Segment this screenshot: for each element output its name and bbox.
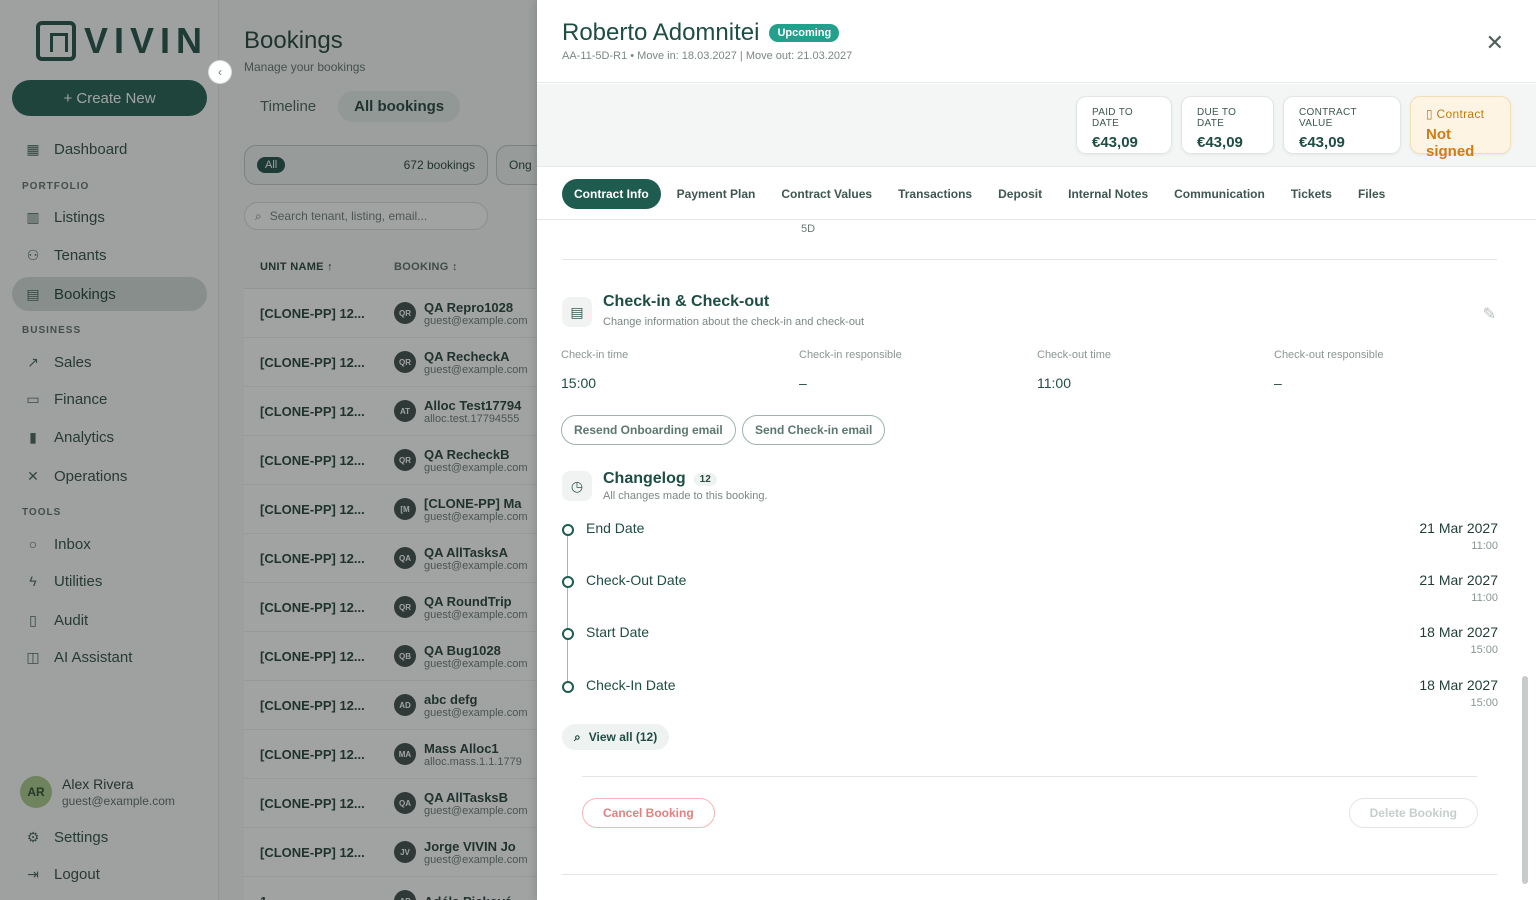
kpi-label: DUE TO DATE: [1197, 107, 1237, 129]
tab-contract-info[interactable]: Contract Info: [562, 178, 661, 209]
drawer-title: Roberto Adomnitei Upcoming: [562, 19, 840, 47]
cancel-booking-button[interactable]: Cancel Booking: [582, 798, 715, 828]
changelog-title-text: Changelog: [603, 470, 686, 487]
tab-files[interactable]: Files: [1348, 179, 1395, 209]
drawer-header: Roberto Adomnitei Upcoming AA-11-5D-R1 •…: [537, 0, 1536, 83]
kpi-label: ▯ Contract: [1426, 107, 1495, 121]
changelog-item-time: 15:00: [1470, 644, 1498, 656]
kpi-value: €43,09: [1299, 134, 1345, 151]
changelog-title: Changelog 12: [603, 470, 717, 488]
timeline-dot: [562, 628, 574, 640]
kpi-due-to-date: DUE TO DATE €43,09: [1181, 96, 1274, 154]
view-all-label: View all (12): [588, 730, 658, 744]
collapse-sidebar-button[interactable]: ‹: [208, 60, 232, 84]
changelog-item-time: 11:00: [1471, 592, 1498, 604]
tab-tickets[interactable]: Tickets: [1281, 179, 1342, 209]
calendar-icon: ▤: [562, 297, 592, 327]
changelog-item: End Date 21 Mar 2027 11:00: [562, 520, 1498, 560]
view-all-changes-button[interactable]: ⌕ View all (12): [562, 724, 670, 750]
changelog-item-name: Start Date: [586, 624, 650, 640]
field-value: –: [1274, 375, 1282, 391]
timeline-dot: [562, 681, 574, 693]
tenant-name: Roberto Adomnitei: [562, 19, 760, 46]
field-label: Check-in responsible: [799, 349, 902, 361]
kpi-value: €43,09: [1197, 134, 1243, 151]
contract-label: Contract: [1436, 107, 1485, 121]
changelog-item: Start Date 18 Mar 2027 15:00: [562, 624, 1498, 664]
modal-overlay[interactable]: [0, 0, 537, 900]
changelog-count: 12: [693, 472, 717, 486]
tab-communication[interactable]: Communication: [1164, 179, 1275, 209]
changelog-item-time: 11:00: [1471, 540, 1498, 552]
partial-value: 5D: [801, 223, 816, 235]
timeline-dot: [562, 576, 574, 588]
field-label: Check-out responsible: [1274, 349, 1384, 361]
changelog-item-date: 18 Mar 2027: [1419, 624, 1498, 640]
document-icon: ▯: [1426, 107, 1437, 121]
timeline-dot: [562, 524, 574, 536]
changelog-item-name: End Date: [586, 520, 645, 536]
field-value: –: [799, 375, 807, 391]
changelog-item-name: Check-In Date: [586, 677, 676, 693]
kpi-paid-to-date: PAID TO DATE €43,09: [1076, 96, 1172, 154]
clock-icon: ◷: [562, 471, 592, 501]
field-label: Check-in time: [561, 349, 629, 361]
changelog-item-time: 15:00: [1470, 697, 1498, 709]
changelog-item-date: 18 Mar 2027: [1419, 677, 1498, 693]
divider: [562, 874, 1497, 875]
scrollbar-thumb[interactable]: [1522, 676, 1528, 884]
field-label: Check-out time: [1037, 349, 1111, 361]
tab-internal-notes[interactable]: Internal Notes: [1058, 179, 1158, 209]
status-badge: Upcoming: [769, 24, 840, 42]
booking-detail-drawer: Roberto Adomnitei Upcoming AA-11-5D-R1 •…: [537, 0, 1536, 900]
field-value: 15:00: [561, 375, 597, 391]
checkin-subtitle: Change information about the check-in an…: [603, 316, 865, 328]
close-icon[interactable]: ✕: [1486, 30, 1504, 56]
tab-deposit[interactable]: Deposit: [988, 179, 1052, 209]
checkin-title: Check-in & Check-out: [603, 293, 770, 310]
drawer-content: 5D ▤ Check-in & Check-out Change informa…: [537, 220, 1536, 900]
kpi-label: CONTRACT VALUE: [1299, 107, 1357, 129]
scrollbar[interactable]: [1520, 226, 1530, 894]
kpi-value: €43,09: [1092, 134, 1138, 151]
changelog-item-date: 21 Mar 2027: [1419, 572, 1498, 588]
booking-meta: AA-11-5D-R1 • Move in: 18.03.2027 | Move…: [562, 50, 853, 62]
send-checkin-button[interactable]: Send Check-in email: [742, 415, 886, 445]
drawer-tabs: Contract Info Payment Plan Contract Valu…: [537, 168, 1536, 220]
kpi-contract-status[interactable]: ▯ Contract Not signed: [1410, 96, 1511, 160]
tab-transactions[interactable]: Transactions: [888, 179, 982, 209]
divider: [562, 259, 1497, 260]
kpi-bar: PAID TO DATE €43,09 DUE TO DATE €43,09 C…: [537, 84, 1536, 167]
edit-icon[interactable]: ✎: [1483, 304, 1496, 324]
delete-booking-button[interactable]: Delete Booking: [1348, 798, 1478, 828]
contract-value: Not signed: [1426, 126, 1475, 160]
divider: [582, 776, 1477, 777]
changelog-item-name: Check-Out Date: [586, 572, 687, 588]
changelog-item-date: 21 Mar 2027: [1419, 520, 1498, 536]
search-icon: ⌕: [574, 729, 581, 744]
field-value: 11:00: [1037, 375, 1071, 391]
kpi-label: PAID TO DATE: [1092, 107, 1134, 129]
tab-contract-values[interactable]: Contract Values: [771, 179, 882, 209]
app-root: VIVIN + Create New ▦ Dashboard PORTFOLIO…: [0, 0, 1536, 900]
changelog-item: Check-In Date 18 Mar 2027 15:00: [562, 677, 1498, 717]
changelog-item: Check-Out Date 21 Mar 2027 11:00: [562, 572, 1498, 612]
changelog-subtitle: All changes made to this booking.: [603, 490, 768, 502]
tab-payment-plan[interactable]: Payment Plan: [667, 179, 766, 209]
kpi-contract-value: CONTRACT VALUE €43,09: [1283, 96, 1401, 154]
resend-onboarding-button[interactable]: Resend Onboarding email: [561, 415, 736, 445]
